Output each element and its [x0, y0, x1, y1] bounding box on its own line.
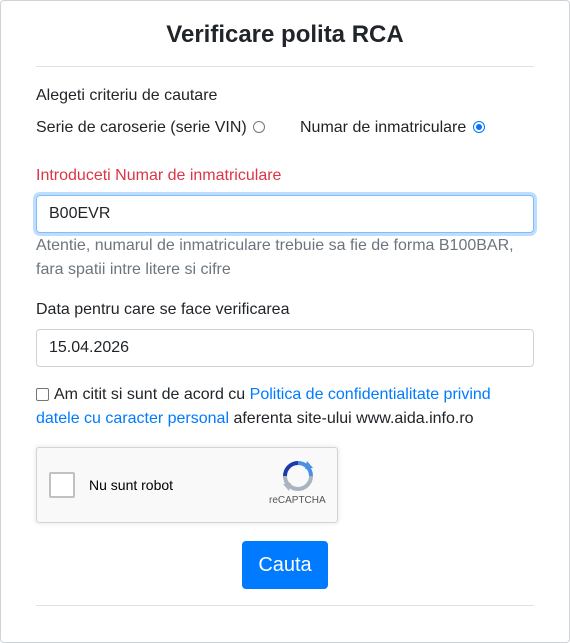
criteria-label: Alegeti criteriu de cautare — [36, 87, 218, 104]
vin-radio[interactable] — [253, 121, 265, 133]
recaptcha-widget: Nu sunt robot reCAPTCHA — [36, 447, 338, 523]
title-divider — [36, 66, 534, 67]
privacy-policy-link[interactable]: Politica de confidentialitate privind — [250, 386, 491, 403]
date-input[interactable]: 15.04.2026 — [36, 329, 534, 367]
plate-input[interactable]: B00EVR — [36, 195, 534, 233]
recaptcha-checkbox[interactable] — [49, 472, 75, 498]
recaptcha-brand: reCAPTCHA — [269, 495, 326, 506]
plate-hint-line2: fara spatii intre litere si cifre — [36, 261, 231, 278]
plate-hint-line1: Atentie, numarul de inmatriculare trebui… — [36, 237, 514, 254]
page-title: Verificare polita RCA — [166, 21, 404, 48]
consent-prefix: Am citit si sunt de acord cu — [54, 386, 250, 403]
search-button[interactable]: Cauta — [242, 541, 328, 589]
plate-radio[interactable] — [473, 121, 485, 133]
plate-option-label[interactable]: Numar de inmatriculare — [300, 116, 466, 140]
consent-suffix: aferenta site-ului www.aida.info.ro — [229, 410, 474, 427]
consent-line2: datele cu caracter personal aferenta sit… — [36, 407, 474, 431]
consent-line1: Am citit si sunt de acord cu Politica de… — [54, 383, 491, 407]
recaptcha-logo-icon — [283, 461, 313, 491]
recaptcha-label: Nu sunt robot — [89, 477, 174, 493]
date-field-label: Data pentru care se face verificarea — [36, 301, 290, 318]
plate-field-label: Introduceti Numar de inmatriculare — [36, 167, 282, 184]
bottom-divider — [36, 605, 534, 606]
vin-option-label[interactable]: Serie de caroserie (serie VIN) — [36, 116, 247, 140]
privacy-policy-link-cont[interactable]: datele cu caracter personal — [36, 410, 229, 427]
consent-checkbox[interactable] — [36, 388, 49, 401]
